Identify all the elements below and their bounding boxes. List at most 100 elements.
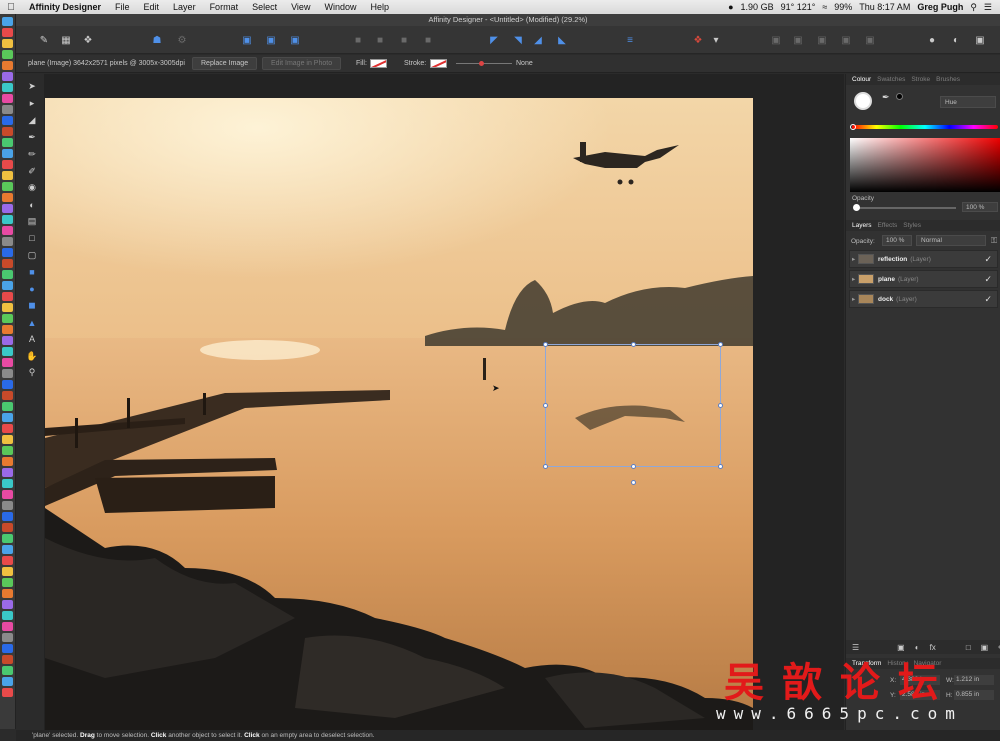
temperature-readout[interactable]: 91° 121° <box>781 2 816 12</box>
move-front-icon[interactable]: ■ <box>420 32 436 48</box>
move-back-icon[interactable]: ■ <box>350 32 366 48</box>
rotate-handle[interactable] <box>631 480 636 485</box>
resize-handle-tr[interactable] <box>718 342 723 347</box>
dock-app-icon[interactable] <box>2 94 13 103</box>
resize-handle-t[interactable] <box>631 342 636 347</box>
tab-colour[interactable]: Colour <box>852 76 871 83</box>
tab-swatches[interactable]: Swatches <box>877 76 905 83</box>
dock-app-icon[interactable] <box>2 413 13 422</box>
move-back-one-icon[interactable]: ■ <box>372 32 388 48</box>
duplicate-layer-icon[interactable]: ▣ <box>981 643 989 652</box>
geometry-icon[interactable]: ❖ <box>690 32 706 48</box>
triangle-tool-icon[interactable]: ▲ <box>25 316 39 330</box>
dock-app-icon[interactable] <box>2 479 13 488</box>
dock-app-icon[interactable] <box>2 589 13 598</box>
arrange-icon[interactable]: ◐ <box>948 32 964 48</box>
dock-app-icon[interactable] <box>2 534 13 543</box>
resize-handle-br[interactable] <box>718 464 723 469</box>
menu-window[interactable]: Window <box>317 2 363 12</box>
visibility-check-icon[interactable]: ✓ <box>984 274 992 285</box>
saturation-value-picker[interactable] <box>850 138 1000 192</box>
edit-in-photo-button[interactable]: Edit Image in Photo <box>262 57 342 70</box>
snapping-icon[interactable]: ▣ <box>239 32 255 48</box>
dock-app-icon[interactable] <box>2 50 13 59</box>
boolean-intersect-icon[interactable]: ▣ <box>814 32 830 48</box>
menu-app-name[interactable]: Affinity Designer <box>22 2 108 12</box>
layer-opacity-field[interactable]: 100 % <box>882 235 912 246</box>
crop-tool-icon[interactable]: □ <box>25 231 39 245</box>
replace-image-button[interactable]: Replace Image <box>192 57 258 70</box>
menu-file[interactable]: File <box>108 2 137 12</box>
zoom-tool-icon[interactable]: ⚲ <box>25 366 39 380</box>
dock-app-icon[interactable] <box>2 83 13 92</box>
dock-app-icon[interactable] <box>2 435 13 444</box>
ellipse-tool-icon[interactable]: ● <box>25 282 39 296</box>
pixel-persona-icon[interactable]: ▦ <box>58 32 74 48</box>
dock-app-icon[interactable] <box>2 72 13 81</box>
dock-app-icon[interactable] <box>2 501 13 510</box>
dock-app-icon[interactable] <box>2 358 13 367</box>
dock-app-icon[interactable] <box>2 292 13 301</box>
expand-arrow-icon[interactable]: ▸ <box>852 295 855 303</box>
snap-bounding-icon[interactable]: ▣ <box>263 32 279 48</box>
dock-app-icon[interactable] <box>2 545 13 554</box>
dock-app-icon[interactable] <box>2 424 13 433</box>
visibility-check-icon[interactable]: ✓ <box>984 294 992 305</box>
pen-tool-icon[interactable]: ✒ <box>25 130 39 144</box>
dock-app-icon[interactable] <box>2 633 13 642</box>
rotate-left-icon[interactable]: ◢ <box>530 32 546 48</box>
flip-vertical-icon[interactable]: ◥ <box>510 32 526 48</box>
hand-tool-icon[interactable]: ✋ <box>25 349 39 363</box>
rotate-right-icon[interactable]: ◣ <box>554 32 570 48</box>
resize-handle-bl[interactable] <box>543 464 548 469</box>
flip-horizontal-icon[interactable]: ◤ <box>486 32 502 48</box>
chevron-down-icon[interactable]: ▾ <box>708 32 724 48</box>
designer-persona-icon[interactable]: ✎ <box>36 32 52 48</box>
dock-app-icon[interactable] <box>2 688 13 697</box>
hue-slider-handle[interactable] <box>850 124 856 130</box>
selection-bounding-box[interactable] <box>543 342 723 485</box>
layer-row[interactable]: ▸ dock (Layer) ✓ <box>849 290 998 308</box>
expand-arrow-icon[interactable]: ▸ <box>852 255 855 263</box>
tab-styles[interactable]: Styles <box>903 222 921 229</box>
tab-layers[interactable]: Layers <box>852 222 872 229</box>
dock-app-icon[interactable] <box>2 105 13 114</box>
fill-swatch[interactable] <box>370 59 387 68</box>
dock-app-icon[interactable] <box>2 677 13 686</box>
dock-app-icon[interactable] <box>2 644 13 653</box>
dock-app-icon[interactable] <box>2 127 13 136</box>
text-tool-icon[interactable]: A <box>25 332 39 346</box>
menu-format[interactable]: Format <box>203 2 246 12</box>
resize-handle-b[interactable] <box>631 464 636 469</box>
dock-app-icon[interactable] <box>2 61 13 70</box>
menu-view[interactable]: View <box>284 2 317 12</box>
dock-app-icon[interactable] <box>2 270 13 279</box>
dock-app-icon[interactable] <box>2 28 13 37</box>
fill-tool-icon[interactable]: ◉ <box>25 181 39 195</box>
dock-app-icon[interactable] <box>2 578 13 587</box>
opacity-slider[interactable] <box>854 207 956 209</box>
layer-row[interactable]: ▸ reflection (Layer) ✓ <box>849 250 998 268</box>
dock-app-icon[interactable] <box>2 391 13 400</box>
dock-app-icon[interactable] <box>2 281 13 290</box>
boolean-add-icon[interactable]: ▣ <box>768 32 784 48</box>
dock-app-icon[interactable] <box>2 369 13 378</box>
move-tool-icon[interactable]: ➤ <box>25 80 39 94</box>
stroke-swatch[interactable] <box>430 59 447 68</box>
dock-app-icon[interactable] <box>2 215 13 224</box>
export-persona-icon[interactable]: ❖ <box>80 32 96 48</box>
transparency-tool-icon[interactable]: ◐ <box>25 198 39 212</box>
place-image-tool-icon[interactable]: ▤ <box>25 215 39 229</box>
move-forward-one-icon[interactable]: ■ <box>396 32 412 48</box>
dock-app-icon[interactable] <box>2 171 13 180</box>
expand-arrow-icon[interactable]: ▸ <box>852 275 855 283</box>
battery-readout[interactable]: 99% <box>834 2 852 12</box>
dock-app-icon[interactable] <box>2 523 13 532</box>
dock-app-icon[interactable] <box>2 567 13 576</box>
stroke-slider-handle[interactable] <box>479 61 484 66</box>
h-field[interactable]: 0.855 in <box>954 690 994 700</box>
pencil-tool-icon[interactable]: ✏ <box>25 147 39 161</box>
brush-tool-icon[interactable]: ✐ <box>25 164 39 178</box>
boolean-subtract-icon[interactable]: ▣ <box>790 32 806 48</box>
fill-color-well[interactable] <box>854 92 872 110</box>
